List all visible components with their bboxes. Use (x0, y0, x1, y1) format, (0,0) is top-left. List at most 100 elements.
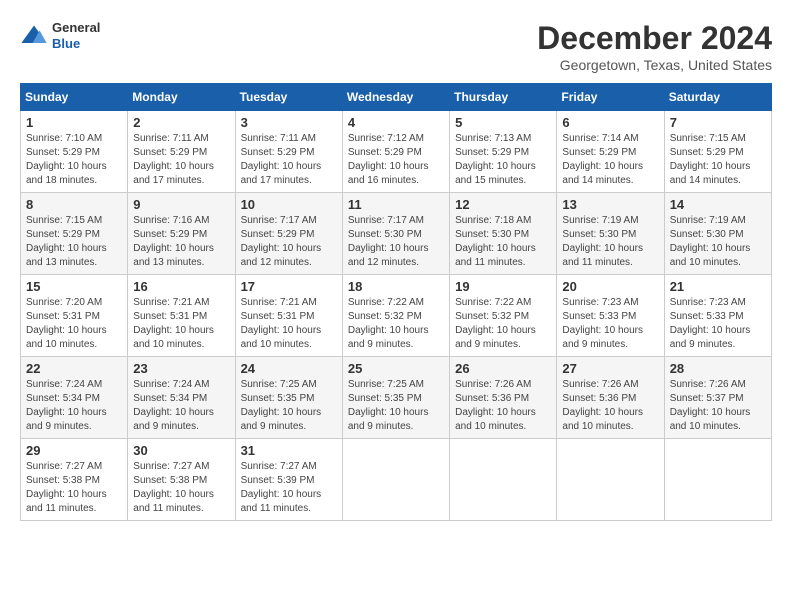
calendar-cell: 22 Sunrise: 7:24 AMSunset: 5:34 PMDayligh… (21, 357, 128, 439)
calendar-cell: 2 Sunrise: 7:11 AMSunset: 5:29 PMDaylight… (128, 111, 235, 193)
day-number: 12 (455, 197, 551, 212)
column-header-tuesday: Tuesday (235, 84, 342, 111)
day-info: Sunrise: 7:11 AMSunset: 5:29 PMDaylight:… (133, 132, 229, 188)
calendar-cell: 31Sunrise: 7:27 AMSunset: 5:39 PMDayligh… (235, 439, 342, 521)
day-info: Sunrise: 7:11 AMSunset: 5:29 PMDaylight:… (241, 132, 337, 188)
day-info: Sunrise: 7:25 AMSunset: 5:35 PMDaylight:… (241, 378, 337, 434)
calendar-cell: 8 Sunrise: 7:15 AMSunset: 5:29 PMDaylight… (21, 193, 128, 275)
calendar-cell: 19 Sunrise: 7:22 AMSunset: 5:32 PMDayligh… (450, 275, 557, 357)
day-number: 29 (26, 443, 122, 458)
calendar-cell: 9 Sunrise: 7:16 AMSunset: 5:29 PMDaylight… (128, 193, 235, 275)
day-info: Sunrise: 7:27 AMSunset: 5:39 PMDaylight:… (241, 460, 337, 516)
day-number: 17 (241, 279, 337, 294)
calendar-cell: 4 Sunrise: 7:12 AMSunset: 5:29 PMDaylight… (342, 111, 449, 193)
calendar-cell: 17 Sunrise: 7:21 AMSunset: 5:31 PMDayligh… (235, 275, 342, 357)
calendar-cell: 15Sunrise: 7:20 AMSunset: 5:31 PMDayligh… (21, 275, 128, 357)
day-number: 8 (26, 197, 122, 212)
day-info: Sunrise: 7:16 AMSunset: 5:29 PMDaylight:… (133, 214, 229, 270)
day-info: Sunrise: 7:22 AMSunset: 5:32 PMDaylight:… (455, 296, 551, 352)
day-number: 22 (26, 361, 122, 376)
day-info: Sunrise: 7:24 AMSunset: 5:34 PMDaylight:… (133, 378, 229, 434)
day-info: Sunrise: 7:13 AMSunset: 5:29 PMDaylight:… (455, 132, 551, 188)
calendar-cell: 27 Sunrise: 7:26 AMSunset: 5:36 PMDayligh… (557, 357, 664, 439)
day-number: 7 (670, 115, 766, 130)
logo: General Blue (20, 20, 100, 51)
calendar-cell (450, 439, 557, 521)
day-info: Sunrise: 7:25 AMSunset: 5:35 PMDaylight:… (348, 378, 444, 434)
calendar-cell: 14 Sunrise: 7:19 AMSunset: 5:30 PMDayligh… (664, 193, 771, 275)
column-header-thursday: Thursday (450, 84, 557, 111)
day-number: 28 (670, 361, 766, 376)
header: General Blue December 2024 Georgetown, T… (20, 20, 772, 73)
day-info: Sunrise: 7:26 AMSunset: 5:36 PMDaylight:… (455, 378, 551, 434)
day-number: 24 (241, 361, 337, 376)
calendar-header-row: SundayMondayTuesdayWednesdayThursdayFrid… (21, 84, 772, 111)
calendar-cell: 29 Sunrise: 7:27 AMSunset: 5:38 PMDayligh… (21, 439, 128, 521)
logo-text: General Blue (52, 20, 100, 51)
day-number: 26 (455, 361, 551, 376)
calendar-cell: 12 Sunrise: 7:18 AMSunset: 5:30 PMDayligh… (450, 193, 557, 275)
day-number: 14 (670, 197, 766, 212)
day-info: Sunrise: 7:22 AMSunset: 5:32 PMDaylight:… (348, 296, 444, 352)
calendar-cell: 24 Sunrise: 7:25 AMSunset: 5:35 PMDayligh… (235, 357, 342, 439)
day-info: Sunrise: 7:20 AMSunset: 5:31 PMDaylight:… (26, 296, 122, 352)
calendar-cell: 20 Sunrise: 7:23 AMSunset: 5:33 PMDayligh… (557, 275, 664, 357)
day-info: Sunrise: 7:21 AMSunset: 5:31 PMDaylight:… (241, 296, 337, 352)
day-number: 5 (455, 115, 551, 130)
day-number: 16 (133, 279, 229, 294)
calendar-week-5: 29 Sunrise: 7:27 AMSunset: 5:38 PMDayligh… (21, 439, 772, 521)
day-number: 20 (562, 279, 658, 294)
calendar-cell: 1Sunrise: 7:10 AMSunset: 5:29 PMDaylight… (21, 111, 128, 193)
day-info: Sunrise: 7:14 AMSunset: 5:29 PMDaylight:… (562, 132, 658, 188)
day-info: Sunrise: 7:26 AMSunset: 5:36 PMDaylight:… (562, 378, 658, 434)
calendar-week-3: 15Sunrise: 7:20 AMSunset: 5:31 PMDayligh… (21, 275, 772, 357)
calendar-header: SundayMondayTuesdayWednesdayThursdayFrid… (21, 84, 772, 111)
day-number: 23 (133, 361, 229, 376)
calendar-cell (664, 439, 771, 521)
day-info: Sunrise: 7:17 AMSunset: 5:30 PMDaylight:… (348, 214, 444, 270)
calendar-cell: 16Sunrise: 7:21 AMSunset: 5:31 PMDayligh… (128, 275, 235, 357)
calendar-cell: 6Sunrise: 7:14 AMSunset: 5:29 PMDaylight… (557, 111, 664, 193)
day-info: Sunrise: 7:23 AMSunset: 5:33 PMDaylight:… (670, 296, 766, 352)
day-info: Sunrise: 7:27 AMSunset: 5:38 PMDaylight:… (133, 460, 229, 516)
day-info: Sunrise: 7:24 AMSunset: 5:34 PMDaylight:… (26, 378, 122, 434)
day-info: Sunrise: 7:23 AMSunset: 5:33 PMDaylight:… (562, 296, 658, 352)
day-info: Sunrise: 7:27 AMSunset: 5:38 PMDaylight:… (26, 460, 122, 516)
day-number: 9 (133, 197, 229, 212)
calendar-body: 1Sunrise: 7:10 AMSunset: 5:29 PMDaylight… (21, 111, 772, 521)
calendar-cell (557, 439, 664, 521)
day-number: 11 (348, 197, 444, 212)
day-number: 30 (133, 443, 229, 458)
logo-icon (20, 22, 48, 50)
day-info: Sunrise: 7:26 AMSunset: 5:37 PMDaylight:… (670, 378, 766, 434)
day-number: 2 (133, 115, 229, 130)
calendar-week-4: 22 Sunrise: 7:24 AMSunset: 5:34 PMDayligh… (21, 357, 772, 439)
calendar-cell: 23 Sunrise: 7:24 AMSunset: 5:34 PMDayligh… (128, 357, 235, 439)
day-info: Sunrise: 7:12 AMSunset: 5:29 PMDaylight:… (348, 132, 444, 188)
day-number: 19 (455, 279, 551, 294)
day-number: 10 (241, 197, 337, 212)
calendar-cell: 18 Sunrise: 7:22 AMSunset: 5:32 PMDayligh… (342, 275, 449, 357)
day-number: 4 (348, 115, 444, 130)
calendar-cell: 26 Sunrise: 7:26 AMSunset: 5:36 PMDayligh… (450, 357, 557, 439)
calendar-cell: 30 Sunrise: 7:27 AMSunset: 5:38 PMDayligh… (128, 439, 235, 521)
calendar-table: SundayMondayTuesdayWednesdayThursdayFrid… (20, 83, 772, 521)
day-number: 27 (562, 361, 658, 376)
day-info: Sunrise: 7:17 AMSunset: 5:29 PMDaylight:… (241, 214, 337, 270)
column-header-sunday: Sunday (21, 84, 128, 111)
day-info: Sunrise: 7:18 AMSunset: 5:30 PMDaylight:… (455, 214, 551, 270)
calendar-cell: 11 Sunrise: 7:17 AMSunset: 5:30 PMDayligh… (342, 193, 449, 275)
calendar-cell: 10 Sunrise: 7:17 AMSunset: 5:29 PMDayligh… (235, 193, 342, 275)
day-number: 25 (348, 361, 444, 376)
column-header-monday: Monday (128, 84, 235, 111)
calendar-cell: 13Sunrise: 7:19 AMSunset: 5:30 PMDayligh… (557, 193, 664, 275)
column-header-saturday: Saturday (664, 84, 771, 111)
day-number: 1 (26, 115, 122, 130)
column-header-wednesday: Wednesday (342, 84, 449, 111)
day-number: 18 (348, 279, 444, 294)
calendar-cell: 25 Sunrise: 7:25 AMSunset: 5:35 PMDayligh… (342, 357, 449, 439)
day-info: Sunrise: 7:15 AMSunset: 5:29 PMDaylight:… (26, 214, 122, 270)
calendar-cell: 21Sunrise: 7:23 AMSunset: 5:33 PMDayligh… (664, 275, 771, 357)
day-info: Sunrise: 7:19 AMSunset: 5:30 PMDaylight:… (670, 214, 766, 270)
title-block: December 2024 Georgetown, Texas, United … (537, 20, 772, 73)
